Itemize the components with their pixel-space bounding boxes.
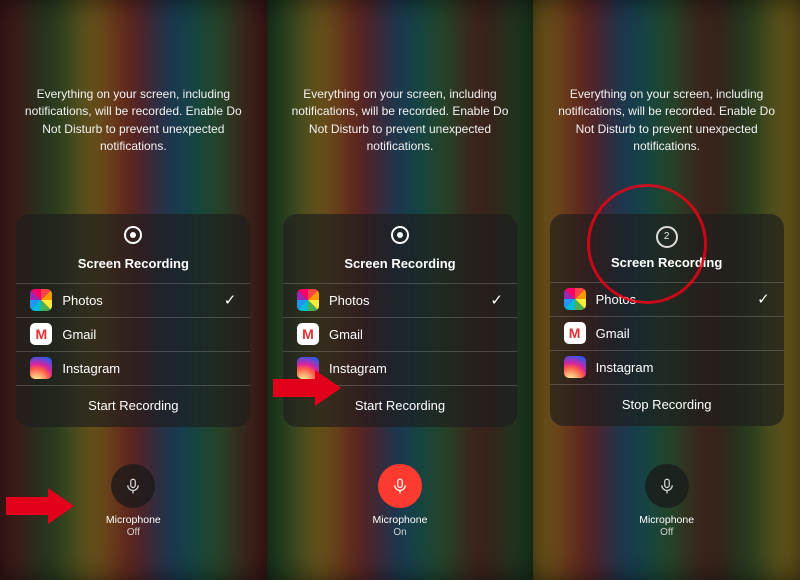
gmail-icon: M bbox=[30, 323, 52, 345]
app-row-gmail[interactable]: M Gmail bbox=[550, 316, 784, 350]
app-row-photos[interactable]: Photos ✓ bbox=[16, 283, 250, 317]
checkmark-icon: ✓ bbox=[224, 291, 237, 309]
annotation-arrow bbox=[6, 488, 76, 524]
checkmark-icon: ✓ bbox=[490, 291, 503, 309]
instruction-text: Everything on your screen, including not… bbox=[547, 86, 786, 156]
instruction-text: Everything on your screen, including not… bbox=[281, 86, 520, 156]
record-icon bbox=[124, 226, 142, 244]
annotation-circle bbox=[587, 184, 707, 304]
card-title: Screen Recording bbox=[78, 256, 189, 271]
stop-recording-button[interactable]: Stop Recording bbox=[550, 384, 784, 426]
instruction-text: Everything on your screen, including not… bbox=[14, 86, 253, 156]
gmail-icon: M bbox=[564, 322, 586, 344]
annotation-arrow bbox=[273, 370, 343, 406]
app-row-instagram[interactable]: Instagram bbox=[16, 351, 250, 385]
app-row-instagram[interactable]: Instagram bbox=[550, 350, 784, 384]
photos-icon bbox=[564, 288, 586, 310]
gmail-icon: M bbox=[297, 323, 319, 345]
instagram-icon bbox=[30, 357, 52, 379]
app-row-photos[interactable]: Photos ✓ bbox=[283, 283, 517, 317]
screenshot-step-1: Everything on your screen, including not… bbox=[0, 0, 267, 580]
card-title: Screen Recording bbox=[344, 256, 455, 271]
screenshot-step-2: Everything on your screen, including not… bbox=[267, 0, 534, 580]
photos-icon bbox=[30, 289, 52, 311]
record-icon bbox=[391, 226, 409, 244]
app-row-gmail[interactable]: M Gmail bbox=[283, 317, 517, 351]
instagram-icon bbox=[564, 356, 586, 378]
checkmark-icon: ✓ bbox=[757, 290, 770, 308]
screen-recording-card: Screen Recording Photos ✓ M Gmail Instag… bbox=[16, 214, 250, 427]
photos-icon bbox=[297, 289, 319, 311]
start-recording-button[interactable]: Start Recording bbox=[16, 385, 250, 427]
app-row-gmail[interactable]: M Gmail bbox=[16, 317, 250, 351]
screenshot-step-3: Everything on your screen, including not… bbox=[533, 0, 800, 580]
